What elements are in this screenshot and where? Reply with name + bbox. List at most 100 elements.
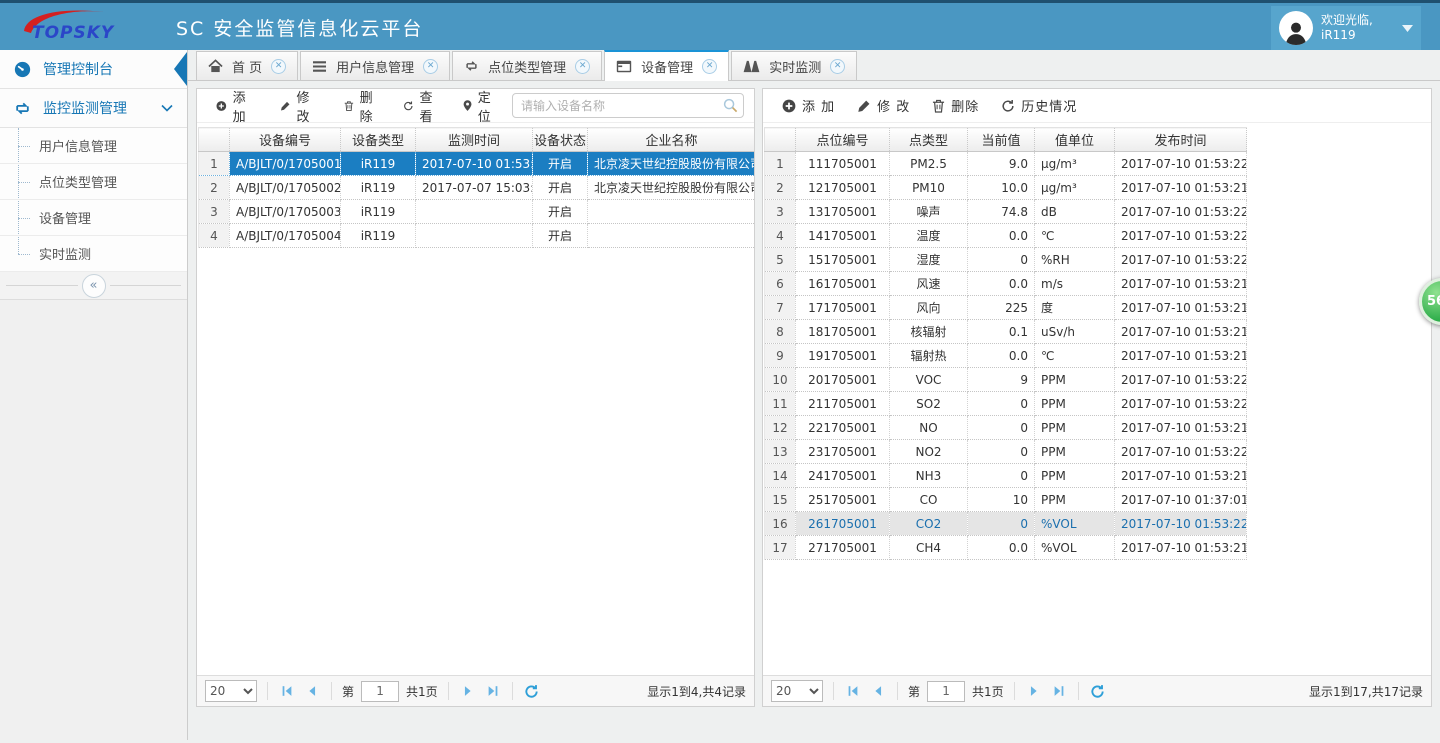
- device-table-header-row: 设备编号 设备类型 监测时间 设备状态 企业名称: [199, 128, 755, 152]
- table-row[interactable]: 9191705001辐射热0.0℃2017-07-10 01:53:21: [765, 344, 1247, 368]
- table-row[interactable]: 1111705001PM2.59.0μg/m³2017-07-10 01:53:…: [765, 152, 1247, 176]
- next-page-button[interactable]: [1025, 682, 1043, 700]
- last-page-button[interactable]: [484, 682, 502, 700]
- page-number-input[interactable]: [927, 681, 965, 702]
- header-value-unit[interactable]: 值单位: [1035, 128, 1115, 152]
- page-suffix-label: 共1页: [972, 683, 1004, 700]
- header-device-code[interactable]: 设备编号: [230, 128, 341, 152]
- tab-realtime[interactable]: 实时监测 ✕: [731, 51, 857, 80]
- tab-label: 首 页: [232, 57, 262, 76]
- sidebar-item-point-type[interactable]: 点位类型管理: [0, 164, 187, 200]
- header-publish-time[interactable]: 发布时间: [1115, 128, 1247, 152]
- caret-down-icon[interactable]: [1402, 24, 1413, 32]
- badge-value: 56: [1427, 294, 1440, 309]
- search-icon[interactable]: [723, 98, 738, 113]
- prev-page-button[interactable]: [303, 682, 321, 700]
- table-row[interactable]: 10201705001VOC9PPM2017-07-10 01:53:22: [765, 368, 1247, 392]
- sidebar: 管理控制台 监控监测管理 用户信息管理 点位类型管理 设备管理 实时监测 «: [0, 50, 188, 740]
- cell-point-code: 251705001: [796, 488, 890, 512]
- header-point-type[interactable]: 点类型: [890, 128, 968, 152]
- first-page-button[interactable]: [278, 682, 296, 700]
- table-row[interactable]: 15251705001CO10PPM2017-07-10 01:37:01: [765, 488, 1247, 512]
- locate-button[interactable]: 定位: [454, 83, 508, 129]
- table-row[interactable]: 2A/BJLT/0/1705002iR1192017-07-07 15:03:0…: [199, 176, 755, 200]
- delete-button[interactable]: 删除: [335, 83, 390, 129]
- table-row[interactable]: 1A/BJLT/0/1705001iR1192017-07-10 01:53:2…: [199, 152, 755, 176]
- cell-current-value: 0: [968, 416, 1035, 440]
- last-page-button[interactable]: [1050, 682, 1068, 700]
- table-row[interactable]: 12221705001NO0PPM2017-07-10 01:53:21: [765, 416, 1247, 440]
- table-row[interactable]: 2121705001PM1010.0μg/m³2017-07-10 01:53:…: [765, 176, 1247, 200]
- tab-user-info[interactable]: 用户信息管理 ✕: [300, 51, 450, 80]
- table-row[interactable]: 4141705001温度0.0℃2017-07-10 01:53:22: [765, 224, 1247, 248]
- header-company-name[interactable]: 企业名称: [588, 128, 755, 152]
- table-row[interactable]: 3A/BJLT/0/1705003iR119开启: [199, 200, 755, 224]
- search-input[interactable]: [512, 93, 744, 118]
- edit-button[interactable]: 修 改: [848, 92, 919, 119]
- page-size-select[interactable]: 20: [205, 680, 257, 702]
- add-button[interactable]: 添 加: [207, 83, 267, 129]
- cell-publish-time: 2017-07-10 01:53:21: [1115, 320, 1247, 344]
- tab-point-type[interactable]: 点位类型管理 ✕: [452, 51, 602, 80]
- header-monitor-time[interactable]: 监测时间: [416, 128, 533, 152]
- table-row[interactable]: 14241705001NH30PPM2017-07-10 01:53:21: [765, 464, 1247, 488]
- tab-close-icon[interactable]: ✕: [830, 59, 845, 74]
- cell-value-unit: uSv/h: [1035, 320, 1115, 344]
- table-row[interactable]: 5151705001湿度0%RH2017-07-10 01:53:22: [765, 248, 1247, 272]
- delete-button[interactable]: 删除: [923, 92, 988, 119]
- table-row[interactable]: 17271705001CH40.0%VOL2017-07-10 01:53:21: [765, 536, 1247, 560]
- tab-close-icon[interactable]: ✕: [271, 59, 286, 74]
- sidebar-collapse-button[interactable]: «: [82, 274, 106, 298]
- cell-company-name: 北京凌天世纪控股股份有限公司: [588, 152, 755, 176]
- cell-value-unit: ℃: [1035, 344, 1115, 368]
- prev-page-button[interactable]: [869, 682, 887, 700]
- cell-rownum: 9: [765, 344, 796, 368]
- view-button[interactable]: 查看: [394, 83, 450, 129]
- header-point-code[interactable]: 点位编号: [796, 128, 890, 152]
- cell-rownum: 8: [765, 320, 796, 344]
- table-row[interactable]: 8181705001核辐射0.1uSv/h2017-07-10 01:53:21: [765, 320, 1247, 344]
- table-row[interactable]: 7171705001风向225度2017-07-10 01:53:21: [765, 296, 1247, 320]
- table-row[interactable]: 11211705001SO20PPM2017-07-10 01:53:22: [765, 392, 1247, 416]
- next-page-button[interactable]: [459, 682, 477, 700]
- sidebar-item-console[interactable]: 管理控制台: [0, 50, 187, 89]
- table-row[interactable]: 6161705001风速0.0m/s2017-07-10 01:53:21: [765, 272, 1247, 296]
- cell-current-value: 0.0: [968, 224, 1035, 248]
- page-size-select[interactable]: 20: [771, 680, 823, 702]
- user-menu[interactable]: 欢迎光临, iR119: [1271, 6, 1421, 50]
- pencil-icon: [280, 99, 291, 113]
- trash-icon: [932, 99, 945, 113]
- add-button[interactable]: 添 加: [773, 92, 844, 119]
- tab-close-icon[interactable]: ✕: [423, 59, 438, 74]
- tab-close-icon[interactable]: ✕: [575, 59, 590, 74]
- table-row[interactable]: 3131705001噪声74.8dB2017-07-10 01:53:22: [765, 200, 1247, 224]
- cell-value-unit: %VOL: [1035, 536, 1115, 560]
- avatar: [1279, 11, 1313, 45]
- cell-current-value: 10.0: [968, 176, 1035, 200]
- header-current-value[interactable]: 当前值: [968, 128, 1035, 152]
- sidebar-item-realtime[interactable]: 实时监测: [0, 236, 187, 272]
- main-content: 首 页 ✕ 用户信息管理 ✕ 点位类型管理 ✕: [188, 50, 1440, 740]
- header-device-status[interactable]: 设备状态: [533, 128, 588, 152]
- refresh-button[interactable]: [523, 682, 541, 700]
- table-row[interactable]: 13231705001NO20PPM2017-07-10 01:53:22: [765, 440, 1247, 464]
- cell-point-type: CO2: [890, 512, 968, 536]
- history-button[interactable]: 历史情况: [992, 92, 1086, 119]
- refresh-button[interactable]: [1089, 682, 1107, 700]
- page-number-input[interactable]: [361, 681, 399, 702]
- table-row[interactable]: 16261705001CO20%VOL2017-07-10 01:53:22: [765, 512, 1247, 536]
- edit-button[interactable]: 修 改: [271, 83, 331, 129]
- sidebar-item-user-info[interactable]: 用户信息管理: [0, 128, 187, 164]
- tab-home[interactable]: 首 页 ✕: [196, 51, 298, 80]
- tab-close-icon[interactable]: ✕: [702, 59, 717, 74]
- cell-rownum: 6: [765, 272, 796, 296]
- cell-monitor-time: 2017-07-10 01:53:22: [416, 152, 533, 176]
- sidebar-item-device[interactable]: 设备管理: [0, 200, 187, 236]
- header-device-type[interactable]: 设备类型: [341, 128, 416, 152]
- first-page-button[interactable]: [844, 682, 862, 700]
- tab-device[interactable]: 设备管理 ✕: [604, 50, 729, 81]
- cell-company-name: [588, 200, 755, 224]
- device-panel: 添 加 修 改 删除: [196, 88, 755, 707]
- table-row[interactable]: 4A/BJLT/0/1705004iR119开启: [199, 224, 755, 248]
- sidebar-item-monitoring[interactable]: 监控监测管理: [0, 89, 187, 128]
